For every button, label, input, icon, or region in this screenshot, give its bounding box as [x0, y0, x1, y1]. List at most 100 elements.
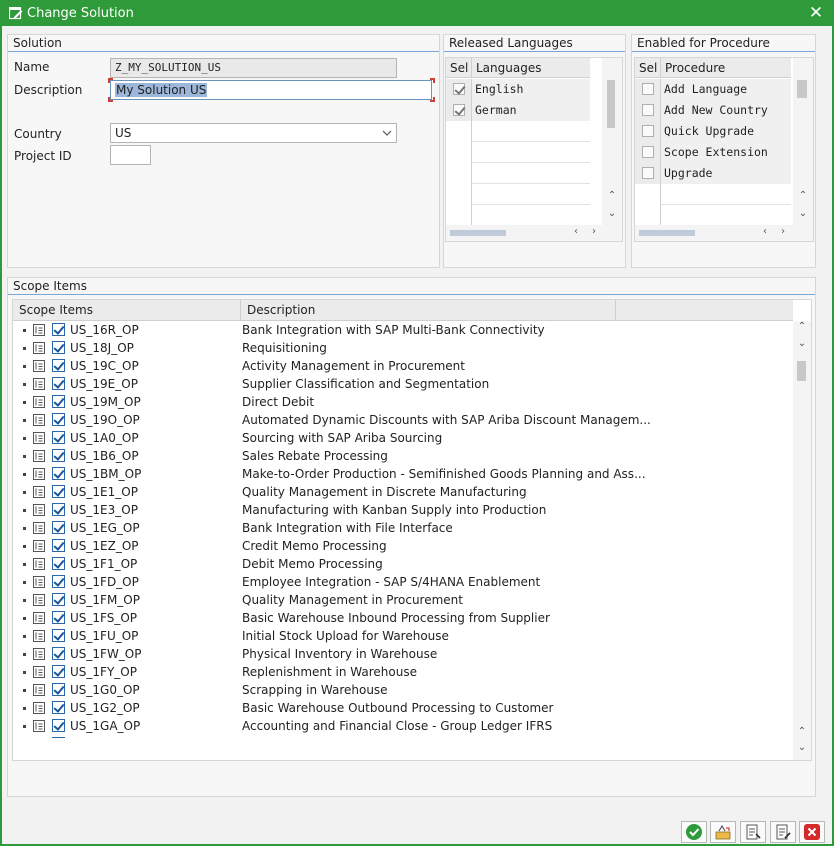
scope-item-checkbox[interactable]: [52, 377, 65, 390]
scope-item-row[interactable]: US_1GA_OP Accounting and Financial Close …: [13, 717, 793, 735]
scope-item-checkbox[interactable]: [52, 737, 65, 738]
scope-item-checkbox[interactable]: [52, 557, 65, 570]
transport-button[interactable]: [710, 821, 736, 843]
scroll-up-icon[interactable]: ⌃: [796, 321, 808, 332]
scope-item-row[interactable]: US_1FS_OP Basic Warehouse Inbound Process…: [13, 609, 793, 627]
scope-item-row[interactable]: US_16R_OP Bank Integration with SAP Multi…: [13, 321, 793, 339]
language-row[interactable]: English: [446, 79, 590, 100]
scroll-thumb[interactable]: [607, 80, 615, 128]
scope-item-row[interactable]: US_1EZ_OP Credit Memo Processing: [13, 537, 793, 555]
languages-vscroll[interactable]: ⌃ ⌄: [602, 58, 622, 225]
procedure-row[interactable]: Upgrade: [635, 163, 791, 184]
scope-vscroll[interactable]: ⌃ ⌄ ⌃ ⌄: [793, 321, 811, 760]
scope-item-row[interactable]: US_1FW_OP Physical Inventory in Warehouse: [13, 645, 793, 663]
scope-item-checkbox[interactable]: [52, 449, 65, 462]
scroll-left-icon[interactable]: ‹: [570, 226, 582, 237]
procedure-row[interactable]: Scope Extension: [635, 142, 791, 163]
scope-item-checkbox[interactable]: [52, 593, 65, 606]
scope-item-checkbox[interactable]: [52, 413, 65, 426]
scope-item-checkbox[interactable]: [52, 359, 65, 372]
scope-item-row[interactable]: US_1FM_OP Quality Management in Procureme…: [13, 591, 793, 609]
scroll-up-icon[interactable]: ⌃: [606, 190, 618, 201]
scope-item-checkbox[interactable]: [52, 323, 65, 336]
scope-item-row[interactable]: US_19E_OP Supplier Classification and Seg…: [13, 375, 793, 393]
scope-item-checkbox[interactable]: [52, 629, 65, 642]
scope-item-checkbox[interactable]: [52, 521, 65, 534]
scope-item-row[interactable]: US_1G0_OP Scrapping in Warehouse: [13, 681, 793, 699]
scope-item-checkbox[interactable]: [52, 701, 65, 714]
scope-item-checkbox[interactable]: [52, 503, 65, 516]
scroll-down-icon[interactable]: ⌄: [796, 338, 808, 349]
scope-item-checkbox[interactable]: [52, 485, 65, 498]
languages-hscroll[interactable]: ‹ ›: [446, 225, 622, 241]
scope-item-row[interactable]: US_19O_OP Automated Dynamic Discounts wit…: [13, 411, 793, 429]
display-button[interactable]: [740, 821, 766, 843]
scope-item-row[interactable]: US_1A0_OP Sourcing with SAP Ariba Sourcin…: [13, 429, 793, 447]
scope-item-checkbox[interactable]: [52, 683, 65, 696]
scroll-down-icon[interactable]: ⌄: [606, 208, 618, 219]
name-field[interactable]: Z_MY_SOLUTION_US: [110, 58, 397, 78]
procedure-checkbox[interactable]: [642, 83, 654, 95]
scroll-left-icon[interactable]: ‹: [759, 226, 771, 237]
scope-item-checkbox[interactable]: [52, 611, 65, 624]
scope-group-title: Scope Items: [8, 278, 815, 295]
edit-window-icon: [9, 7, 23, 20]
change-button[interactable]: [770, 821, 796, 843]
scroll-thumb[interactable]: [797, 361, 806, 381]
scope-item-checkbox[interactable]: [52, 539, 65, 552]
scope-item-checkbox[interactable]: [52, 719, 65, 732]
scope-item-row[interactable]: US_1FD_OP Employee Integration - SAP S/4H…: [13, 573, 793, 591]
scope-item-row[interactable]: US_19M_OP Direct Debit: [13, 393, 793, 411]
scope-item-row[interactable]: US_1G2_OP Basic Warehouse Outbound Proces…: [13, 699, 793, 717]
scope-item-row[interactable]: US_1FU_OP Initial Stock Upload for Wareho…: [13, 627, 793, 645]
languages-sel-header: Sel: [446, 58, 472, 78]
scope-item-row[interactable]: US_19C_OP Activity Management in Procurem…: [13, 357, 793, 375]
cancel-button[interactable]: [799, 821, 825, 843]
scope-item-checkbox[interactable]: [52, 665, 65, 678]
scroll-down-icon[interactable]: ⌄: [797, 208, 809, 219]
scope-item-row[interactable]: US_1E3_OP Manufacturing with Kanban Suppl…: [13, 501, 793, 519]
scroll-up-icon[interactable]: ⌃: [796, 726, 808, 737]
scope-item-row[interactable]: US_1B6_OP Sales Rebate Processing: [13, 447, 793, 465]
scope-item-checkbox[interactable]: [52, 467, 65, 480]
scroll-right-icon[interactable]: ›: [588, 226, 600, 237]
procedure-checkbox[interactable]: [642, 104, 654, 116]
scope-item-checkbox[interactable]: [52, 395, 65, 408]
country-select[interactable]: US: [110, 123, 397, 143]
language-row[interactable]: German: [446, 100, 590, 121]
scope-item-row[interactable]: US_1F1_OP Debit Memo Processing: [13, 555, 793, 573]
scope-items-column-header[interactable]: Scope Items: [13, 300, 241, 321]
scope-item-row[interactable]: US_1FY_OP Replenishment in Warehouse: [13, 663, 793, 681]
scope-item-row[interactable]: US_1GB_OP Asset Accounting - Group Ledger…: [13, 735, 793, 738]
procedure-checkbox[interactable]: [642, 146, 654, 158]
close-icon[interactable]: ✕: [806, 3, 826, 23]
procedure-row[interactable]: Quick Upgrade: [635, 121, 791, 142]
scope-item-row[interactable]: US_1EG_OP Bank Integration with File Inte…: [13, 519, 793, 537]
scroll-down-icon[interactable]: ⌄: [796, 742, 808, 753]
language-checkbox[interactable]: [453, 83, 465, 95]
scroll-thumb[interactable]: [450, 230, 506, 236]
procedure-vscroll[interactable]: ⌃ ⌄: [793, 58, 813, 225]
procedure-row[interactable]: Add New Country: [635, 100, 791, 121]
scroll-thumb[interactable]: [639, 230, 695, 236]
scope-item-row[interactable]: US_1BM_OP Make-to-Order Production - Semi…: [13, 465, 793, 483]
project-id-field[interactable]: [110, 145, 151, 165]
description-column-header[interactable]: Description: [241, 300, 616, 321]
procedure-checkbox[interactable]: [642, 125, 654, 137]
procedure-row[interactable]: Add Language: [635, 79, 791, 100]
scope-item-checkbox[interactable]: [52, 647, 65, 660]
procedure-hscroll[interactable]: ‹ ›: [635, 225, 813, 241]
language-checkbox[interactable]: [453, 104, 465, 116]
scope-item-checkbox[interactable]: [52, 431, 65, 444]
scroll-thumb[interactable]: [797, 80, 807, 98]
scroll-right-icon[interactable]: ›: [777, 226, 789, 237]
scope-item-checkbox[interactable]: [52, 575, 65, 588]
procedure-checkbox[interactable]: [642, 167, 654, 179]
scroll-up-icon[interactable]: ⌃: [797, 190, 809, 201]
scope-item-checkbox[interactable]: [52, 341, 65, 354]
scope-item-row[interactable]: US_18J_OP Requisitioning: [13, 339, 793, 357]
description-field[interactable]: My Solution US: [110, 80, 432, 100]
confirm-button[interactable]: [681, 821, 707, 843]
scope-document-icon: [33, 468, 45, 480]
scope-item-row[interactable]: US_1E1_OP Quality Management in Discrete …: [13, 483, 793, 501]
